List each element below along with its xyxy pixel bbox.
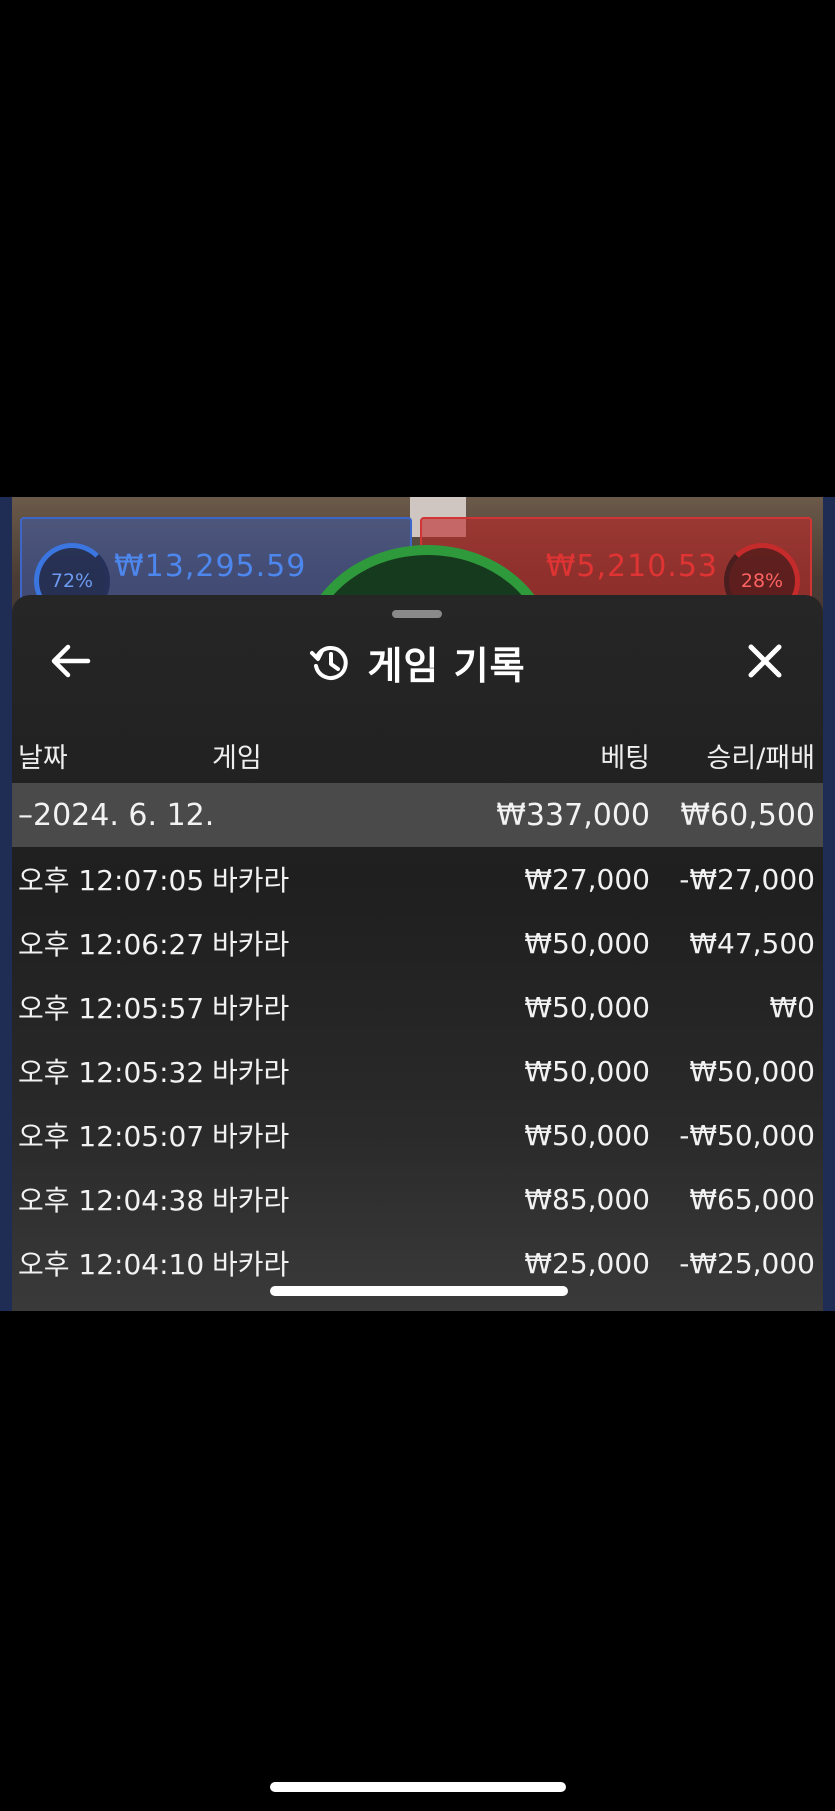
home-indicator[interactable] [270, 1782, 566, 1792]
header-date: 날짜 [18, 742, 68, 774]
row-game: 바카라 [212, 1120, 290, 1153]
date-summary-row[interactable]: –2024. 6. 12. ₩337,000 ₩60,500 [12, 783, 823, 847]
row-time: 오후 12:04:10 [18, 1248, 205, 1281]
row-result: -₩50,000 [679, 1118, 815, 1152]
game-history-sheet: 게임 기록 날짜 게임 베팅 승리/패배 –2024. 6. 12. ₩337,… [12, 595, 823, 1311]
scene-edge-right [823, 497, 835, 1311]
row-game: 바카라 [212, 992, 290, 1025]
table-row[interactable]: 오후 12:05:07 바카라 ₩50,000 -₩50,000 [12, 1103, 823, 1167]
summary-result: ₩60,500 [650, 783, 823, 847]
row-result: -₩27,000 [679, 862, 815, 896]
row-time: 오후 12:05:07 [18, 1120, 205, 1153]
row-bet: ₩50,000 [524, 1054, 650, 1088]
sheet-title: 게임 기록 [367, 644, 526, 688]
table-row[interactable]: 오후 12:07:05 바카라 ₩27,000 -₩27,000 [12, 847, 823, 911]
row-game: 바카라 [212, 1184, 290, 1217]
player-percent: 72% [50, 570, 94, 592]
header-result: 승리/패배 [706, 742, 815, 774]
banker-percent: 28% [740, 570, 784, 592]
row-game: 바카라 [212, 1056, 290, 1089]
banker-amount: ₩5,210.53 [545, 549, 718, 584]
table-row[interactable]: 오후 12:04:38 바카라 ₩85,000 ₩65,000 [12, 1167, 823, 1231]
row-game: 바카라 [212, 864, 290, 897]
sheet-header: 게임 기록 [12, 625, 823, 695]
row-game: 바카라 [212, 928, 290, 961]
sheet-scroll-indicator [270, 1286, 568, 1296]
header-bet: 베팅 [600, 742, 650, 774]
row-time: 오후 12:05:32 [18, 1056, 205, 1089]
row-bet: ₩50,000 [524, 926, 650, 960]
player-amount: ₩13,295.59 [114, 549, 307, 584]
close-button[interactable] [743, 639, 787, 683]
scene-edge-left [0, 497, 12, 1311]
summary-date: –2024. 6. 12. [12, 783, 470, 847]
row-result: ₩47,500 [689, 926, 815, 960]
header-game: 게임 [212, 742, 262, 774]
close-icon [748, 644, 782, 678]
row-bet: ₩85,000 [524, 1182, 650, 1216]
row-time: 오후 12:04:38 [18, 1184, 205, 1217]
row-result: -₩25,000 [679, 1246, 815, 1280]
table-row[interactable]: 오후 12:05:57 바카라 ₩50,000 ₩0 [12, 975, 823, 1039]
summary-bet: ₩337,000 [470, 783, 650, 847]
table-header-row: 날짜 게임 베팅 승리/패배 [12, 727, 823, 783]
table-row[interactable]: 오후 12:06:27 바카라 ₩50,000 ₩47,500 [12, 911, 823, 975]
history-table: 날짜 게임 베팅 승리/패배 –2024. 6. 12. ₩337,000 ₩6… [12, 727, 823, 1295]
row-result: ₩65,000 [689, 1182, 815, 1216]
row-bet: ₩50,000 [524, 1118, 650, 1152]
sheet-drag-handle[interactable] [392, 610, 442, 618]
history-icon [310, 645, 349, 680]
row-bet: ₩50,000 [524, 990, 650, 1024]
row-result: ₩50,000 [689, 1054, 815, 1088]
row-result: ₩0 [769, 990, 816, 1024]
row-bet: ₩27,000 [524, 862, 650, 896]
row-time: 오후 12:07:05 [18, 864, 205, 897]
row-time: 오후 12:05:57 [18, 992, 205, 1025]
table-row[interactable]: 오후 12:05:32 바카라 ₩50,000 ₩50,000 [12, 1039, 823, 1103]
sheet-title-group: 게임 기록 [12, 635, 823, 690]
row-time: 오후 12:06:27 [18, 928, 205, 961]
